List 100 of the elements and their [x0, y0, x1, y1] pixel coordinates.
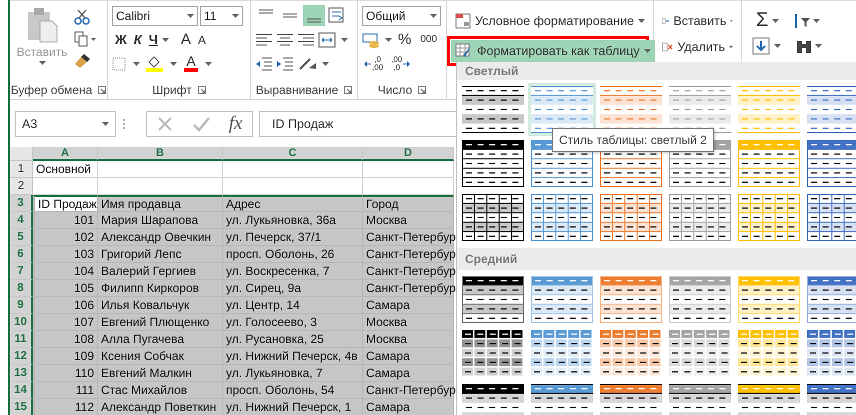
table-cell: 108 — [33, 331, 98, 348]
table-style-thumbnail[interactable] — [666, 83, 734, 136]
conditional-format-icon — [455, 13, 471, 29]
row-header[interactable]: 14 — [10, 382, 33, 399]
row-header[interactable]: 2 — [10, 178, 33, 195]
name-box[interactable]: A3 — [15, 111, 116, 137]
bold-button[interactable]: Ж — [112, 30, 130, 50]
left-arrow-icon — [364, 60, 371, 66]
table-style-thumbnail[interactable] — [666, 273, 734, 326]
percent-button[interactable]: % — [395, 30, 414, 50]
increase-decimal-button[interactable]: ,0 ,00 — [362, 56, 386, 72]
scissors-icon[interactable] — [74, 9, 90, 25]
underline-button[interactable]: Ч — [146, 30, 161, 50]
row-header[interactable]: 3 — [10, 195, 33, 212]
sort-filter-icon[interactable] — [793, 12, 812, 30]
table-cell: Евгений Плющенко — [98, 314, 223, 331]
row-header[interactable]: 6 — [10, 246, 33, 263]
dialog-launcher-icon[interactable] — [98, 86, 106, 94]
table-cell: 104 — [33, 263, 98, 280]
table-cell: 106 — [33, 297, 98, 314]
table-cell: просп. Оболонь, 26 — [223, 246, 363, 263]
font-color-button[interactable]: A — [182, 54, 200, 74]
table-cell: Евгений Малкин — [98, 365, 223, 382]
autosum-button[interactable]: Σ — [752, 10, 784, 32]
row-header[interactable]: 9 — [10, 297, 33, 314]
merge-cells-icon[interactable] — [318, 32, 338, 48]
table-cell: 107 — [33, 314, 98, 331]
table-style-thumbnail[interactable] — [735, 273, 803, 326]
text-orientation-icon[interactable] — [297, 56, 319, 72]
table-style-thumbnail[interactable] — [528, 83, 596, 136]
table-style-thumbnail[interactable] — [597, 273, 665, 326]
conditional-formatting-button[interactable]: Условное форматирование — [451, 10, 649, 32]
table-style-thumbnail[interactable] — [528, 273, 596, 326]
dialog-launcher-icon[interactable] — [344, 86, 352, 94]
table-style-thumbnail[interactable] — [804, 273, 856, 326]
row-header[interactable]: 13 — [10, 365, 33, 382]
table-cell: Имя продавца — [98, 195, 223, 212]
table-style-thumbnail[interactable] — [804, 83, 856, 136]
font-size-dropdown[interactable]: 11 — [200, 6, 243, 26]
currency-icon[interactable] — [362, 32, 382, 48]
align-right-icon[interactable] — [297, 32, 315, 46]
table-style-thumbnail[interactable] — [804, 191, 856, 244]
align-left-icon[interactable] — [255, 32, 273, 46]
font-name-dropdown[interactable]: Calibri — [112, 6, 198, 26]
row-header[interactable]: 12 — [10, 348, 33, 365]
paintbrush-icon[interactable] — [74, 53, 92, 69]
row-header[interactable]: 10 — [10, 314, 33, 331]
format-as-table-button[interactable]: Форматировать как таблицу — [451, 40, 655, 62]
table-cell: ул. Лукьяновка, 7 — [223, 365, 363, 382]
table-style-thumbnail[interactable] — [597, 191, 665, 244]
column-header[interactable]: B — [98, 147, 223, 161]
table-cell: ID Продаж — [33, 195, 98, 212]
fill-color-icon[interactable] — [145, 55, 165, 72]
column-header[interactable]: D — [363, 147, 454, 161]
thousands-separator-button[interactable]: 000 — [417, 30, 440, 50]
table-style-thumbnail[interactable] — [735, 191, 803, 244]
borders-icon[interactable] — [112, 56, 128, 70]
copy-icon[interactable] — [74, 31, 96, 47]
caret-icon — [133, 62, 140, 66]
table-style-thumbnail[interactable] — [804, 137, 856, 190]
row-header[interactable]: 4 — [10, 212, 33, 229]
row-header[interactable]: 1 — [10, 161, 33, 178]
vertical-align-button[interactable] — [303, 5, 325, 26]
caret-icon — [205, 62, 212, 66]
dialog-launcher-icon[interactable] — [418, 86, 426, 94]
row-header[interactable]: 7 — [10, 263, 33, 280]
table-style-thumbnail[interactable] — [735, 83, 803, 136]
table-style-thumbnail[interactable] — [528, 191, 596, 244]
dialog-launcher-icon[interactable] — [198, 86, 206, 94]
table-style-thumbnail[interactable] — [459, 273, 527, 326]
row-header[interactable]: 11 — [10, 331, 33, 348]
decrease-font-size-button[interactable]: A — [194, 30, 209, 50]
number-format-dropdown[interactable]: Общий — [362, 6, 441, 26]
table-style-thumbnail[interactable] — [459, 137, 527, 190]
delete-cells-button[interactable]: Удалить — [658, 36, 737, 58]
increase-font-size-button[interactable]: A — [178, 30, 194, 50]
clipboard-icon — [26, 7, 58, 43]
row-header[interactable]: 15 — [10, 399, 33, 415]
table-style-thumbnail[interactable] — [666, 191, 734, 244]
row-header[interactable]: 8 — [10, 280, 33, 297]
column-header[interactable]: C — [223, 147, 363, 161]
caret-icon — [772, 18, 780, 22]
insert-function-button[interactable]: fx — [228, 113, 242, 135]
align-center-icon[interactable] — [276, 32, 294, 46]
table-style-thumbnail[interactable] — [735, 137, 803, 190]
table-cell: Москва — [363, 314, 454, 331]
decrease-decimal-button[interactable]: ,00 ,0 — [389, 56, 412, 72]
table-style-thumbnail[interactable] — [459, 83, 527, 136]
table-cell: 111 — [33, 382, 98, 399]
insert-cells-button[interactable]: Вставить — [658, 10, 737, 32]
fill-down-icon[interactable] — [752, 36, 770, 54]
table-cell: Город — [363, 195, 454, 212]
italic-button[interactable]: К — [130, 30, 145, 50]
decrease-indent-icon[interactable] — [255, 56, 273, 70]
table-cell: ул. Лукьяновка, 36а — [223, 212, 363, 229]
row-header[interactable]: 5 — [10, 229, 33, 246]
column-header[interactable]: A — [33, 147, 98, 161]
table-style-thumbnail[interactable] — [459, 191, 527, 244]
table-cell: Основной — [33, 161, 98, 178]
increase-indent-icon[interactable] — [276, 56, 294, 70]
